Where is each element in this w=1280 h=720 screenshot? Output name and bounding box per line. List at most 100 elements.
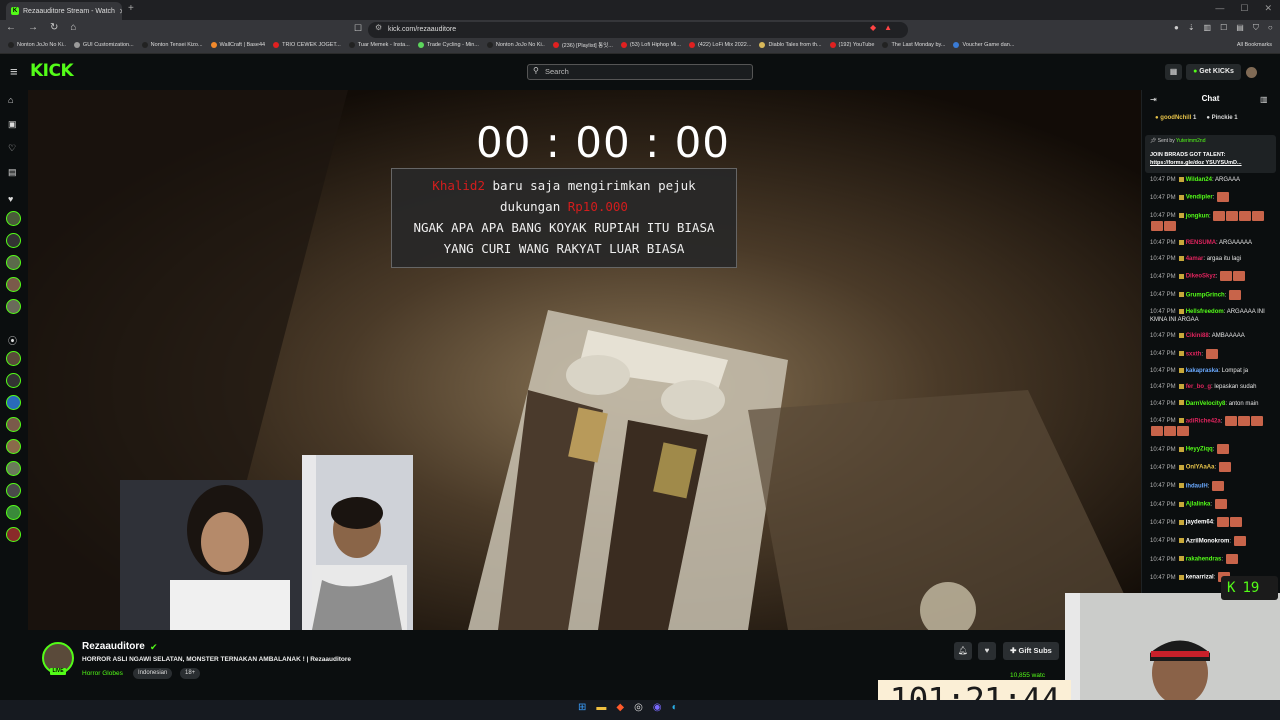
search-input[interactable]: Search xyxy=(527,64,753,80)
chat-message[interactable]: 10:47 PM OnlYAaAa: xyxy=(1150,462,1276,473)
chat-username[interactable]: OnlYAaAa xyxy=(1186,465,1215,471)
bookmark-item[interactable]: GUI Customization... xyxy=(73,41,134,49)
url-input[interactable]: kick.com/rezaauditore xyxy=(368,22,908,38)
category-link[interactable]: Horror Globes xyxy=(82,670,123,677)
bookmark-item[interactable]: The Last Monday by... xyxy=(882,41,945,49)
recommended-channel-avatar[interactable] xyxy=(6,461,21,476)
user-avatar[interactable] xyxy=(1246,67,1257,78)
kick-logo[interactable]: KICK xyxy=(30,61,74,81)
minimize-icon[interactable]: — xyxy=(1215,3,1224,14)
chat-message[interactable]: 10:47 PM RENSUMA: ARGAAAAA xyxy=(1150,239,1276,247)
bookmark-item[interactable]: TRIO CEWEK JOGET... xyxy=(273,41,341,49)
followed-channel-avatar[interactable] xyxy=(6,255,21,270)
chat-username[interactable]: kakapraska xyxy=(1186,368,1219,374)
bookmark-item[interactable]: Nonton JoJo No Ki.. xyxy=(486,41,545,49)
chat-username[interactable]: Hellsfreedom xyxy=(1186,309,1224,315)
chat-message[interactable]: 10:47 PM adiRiche42a: xyxy=(1150,415,1276,436)
back-icon[interactable]: ← xyxy=(6,22,16,33)
file-explorer-icon[interactable]: ▬ xyxy=(596,702,606,713)
chat-username[interactable]: AzrilMonokrom xyxy=(1186,538,1230,544)
extension-shield-icon[interactable]: ◆ xyxy=(870,23,876,32)
browse-nav-icon[interactable]: ▣ xyxy=(8,119,17,130)
recommended-channel-avatar[interactable] xyxy=(6,395,21,410)
brave-browser-icon[interactable]: ◆ xyxy=(616,702,624,713)
bookmark-item[interactable]: Diablo Tales from th... xyxy=(759,41,822,49)
extension-alert-icon[interactable]: ▲ xyxy=(884,23,892,32)
bookmark-item[interactable]: Voucher Game dan... xyxy=(953,41,1014,49)
chat-username[interactable]: RENSUMA xyxy=(1186,240,1216,246)
recommended-channel-avatar[interactable] xyxy=(6,351,21,366)
tag-age[interactable]: 18+ xyxy=(180,668,201,679)
bookmark-item[interactable]: Nonton JoJo No Ki.. xyxy=(8,41,66,49)
recommended-channel-avatar[interactable] xyxy=(6,417,21,432)
chat-username[interactable]: HeyyZiqq xyxy=(1186,447,1213,453)
edge-icon[interactable]: ◐ xyxy=(672,702,678,713)
notification-bell-button[interactable]: 🔔︎ xyxy=(954,642,972,660)
chat-message[interactable]: 10:47 PM jaydem64: xyxy=(1150,517,1276,528)
chat-message[interactable]: 10:47 PM Hellsfreedom: ARGAAAA INI KMNA I… xyxy=(1150,308,1276,324)
chat-message[interactable]: 10:47 PM Ajlalinka: xyxy=(1150,499,1276,510)
wallet-icon[interactable]: ▤ xyxy=(1236,23,1244,33)
bookmark-item[interactable]: WallCraft | Base44 xyxy=(210,41,265,49)
shield-icon[interactable]: ⛉ xyxy=(1253,23,1259,33)
reload-icon[interactable]: ↻ xyxy=(50,22,58,33)
recommended-channel-avatar[interactable] xyxy=(6,527,21,542)
chat-message[interactable]: 10:47 PM jongkun: xyxy=(1150,210,1276,231)
home-nav-icon[interactable]: ⌂ xyxy=(8,95,13,105)
followed-channel-avatar[interactable] xyxy=(6,233,21,248)
chat-username[interactable]: jongkun xyxy=(1186,213,1209,219)
chat-username[interactable]: kenarrizal xyxy=(1186,575,1214,581)
followed-channel-avatar[interactable] xyxy=(6,277,21,292)
follow-heart-button[interactable]: ♥ xyxy=(978,642,996,660)
chat-username[interactable]: DarnVelocity8 xyxy=(1186,401,1226,407)
maximize-icon[interactable]: ☐ xyxy=(1240,3,1248,14)
followed-channel-avatar[interactable] xyxy=(6,211,21,226)
home-icon[interactable]: ⌂ xyxy=(70,22,76,33)
chat-username[interactable]: adiRiche42a xyxy=(1186,418,1221,424)
bookmark-item[interactable]: (236) [Playlist] 통잇... xyxy=(552,41,613,49)
new-tab-button[interactable]: + xyxy=(128,3,134,14)
bookmark-item[interactable]: (422) LoFi Mix 2022... xyxy=(688,41,751,49)
chrome-icon[interactable]: ◎ xyxy=(634,702,643,713)
recommended-channel-avatar[interactable] xyxy=(6,505,21,520)
chat-message[interactable]: 10:47 PM HeyyZiqq: xyxy=(1150,444,1276,455)
get-kicks-button[interactable]: ● Get KICKs xyxy=(1186,64,1241,80)
chat-message[interactable]: 10:47 PM Vendipler: xyxy=(1150,192,1276,203)
profile-icon[interactable]: ○ xyxy=(1268,23,1273,33)
chat-username[interactable]: fer_bo_g xyxy=(1186,384,1211,390)
chat-message[interactable]: 10:47 PM Cikini88: AMBAAAAA xyxy=(1150,332,1276,340)
chat-username[interactable]: Ajlalinka xyxy=(1186,502,1211,508)
chat-username[interactable]: Cikini88 xyxy=(1186,333,1209,339)
sidepanel-icon[interactable]: ▥ xyxy=(1204,23,1212,33)
tab-icon[interactable]: ☐ xyxy=(1220,23,1227,33)
recommended-channel-avatar[interactable] xyxy=(6,439,21,454)
chat-message[interactable]: 10:47 PM rakahendras: xyxy=(1150,553,1276,564)
chat-message[interactable]: 10:47 PM GrumpGrinch: xyxy=(1150,289,1276,300)
bookmark-item[interactable]: Nonton Tensei Kizo... xyxy=(141,41,203,49)
chat-username[interactable]: sxxth xyxy=(1186,351,1202,357)
chat-users-icon[interactable]: ▥ xyxy=(1260,95,1268,104)
bookmark-item[interactable]: (192) YouTube xyxy=(829,41,874,49)
discord-icon[interactable]: ◉ xyxy=(653,702,662,713)
tag-language[interactable]: Indonesian xyxy=(133,668,173,679)
followed-channel-avatar[interactable] xyxy=(6,299,21,314)
chat-username[interactable]: rakahendras xyxy=(1186,557,1222,563)
clips-nav-icon[interactable]: ▤ xyxy=(8,167,17,178)
following-nav-icon[interactable]: ♡ xyxy=(8,143,16,154)
chat-username[interactable]: Wildan24 xyxy=(1186,177,1212,183)
pinned-link[interactable]: https://forms.gle/doz YSUYSUmD... xyxy=(1150,159,1265,167)
chat-username[interactable]: GrumpGrinch xyxy=(1186,292,1225,298)
close-window-icon[interactable]: ✕ xyxy=(1264,3,1272,14)
bookmark-item[interactable]: (53) Lofi Hiphop Mi... xyxy=(620,41,681,49)
chat-message[interactable]: 10:47 PM sxxth: xyxy=(1150,348,1276,359)
chat-message[interactable]: 10:47 PM DikeoSkyz: xyxy=(1150,271,1276,282)
chat-username[interactable]: 4amar xyxy=(1186,256,1204,262)
all-bookmarks-button[interactable]: All Bookmarks xyxy=(1237,42,1272,48)
theater-mode-icon[interactable]: ▦ xyxy=(1165,64,1182,80)
chat-message[interactable]: 10:47 PM AzrilMonokrom: xyxy=(1150,535,1276,546)
bookmark-item[interactable]: Trade Cycling - Min... xyxy=(417,41,479,49)
gifter-1[interactable]: ● goodNchill 1 xyxy=(1155,115,1196,121)
bookmark-item[interactable]: Tuar Memek - Insta... xyxy=(348,41,410,49)
chat-ext-icon[interactable]: ● xyxy=(1174,23,1179,33)
chat-message[interactable]: 10:47 PM DarnVelocity8: anton main xyxy=(1150,400,1276,408)
